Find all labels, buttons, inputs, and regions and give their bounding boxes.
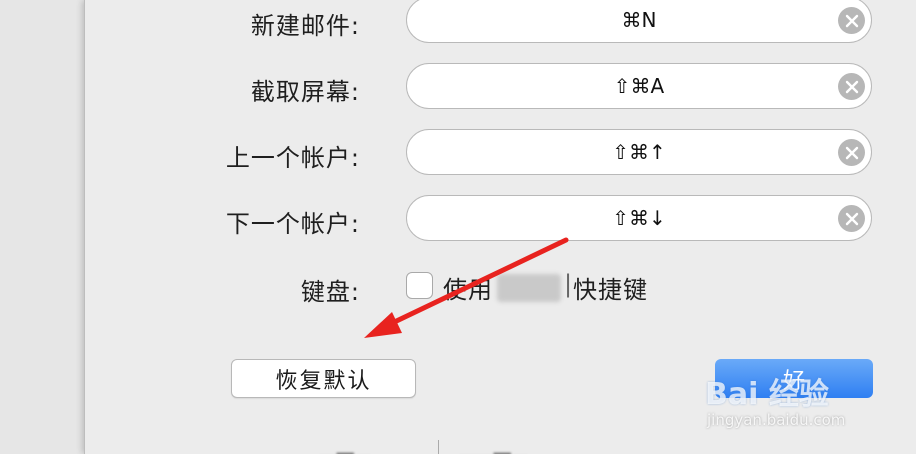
clear-icon[interactable] [838,205,865,232]
screenshot-shortcut-value: ⇧⌘A [613,74,665,98]
label-new-mail: 新建邮件: [250,12,360,40]
label-next-account: 下一个帐户: [225,210,360,238]
checkbox-text-prefix: 使用 [443,276,493,304]
keyboard-shortcut-checkbox[interactable] [406,272,433,299]
tab-divider [438,440,439,454]
next-account-shortcut-field[interactable]: ⇧⌘↓ [406,195,872,241]
clear-icon[interactable] [838,139,865,166]
next-account-shortcut-value: ⇧⌘↓ [612,206,666,230]
background-window [0,0,84,454]
checkbox-text-suffix: 快捷键 [573,276,648,304]
screenshot-shortcut-field[interactable]: ⇧⌘A [406,63,872,109]
ok-button[interactable]: 好 [715,359,873,398]
previous-account-shortcut-value: ⇧⌘↑ [612,140,666,164]
clear-icon[interactable] [838,73,865,100]
bottom-tab-bar: ▂▃▂ ▂▂▃▂ [320,438,528,454]
redaction-edge: | [564,270,574,298]
clear-icon[interactable] [838,7,865,34]
restore-defaults-button[interactable]: 恢复默认 [231,359,416,398]
redacted-text [497,274,561,302]
label-previous-account: 上一个帐户: [225,144,360,172]
previous-account-shortcut-field[interactable]: ⇧⌘↑ [406,129,872,175]
new-mail-shortcut-field[interactable]: ⌘N [406,0,872,43]
label-keyboard: 键盘: [300,278,360,306]
new-mail-shortcut-value: ⌘N [621,8,657,32]
label-screenshot: 截取屏幕: [250,78,360,106]
